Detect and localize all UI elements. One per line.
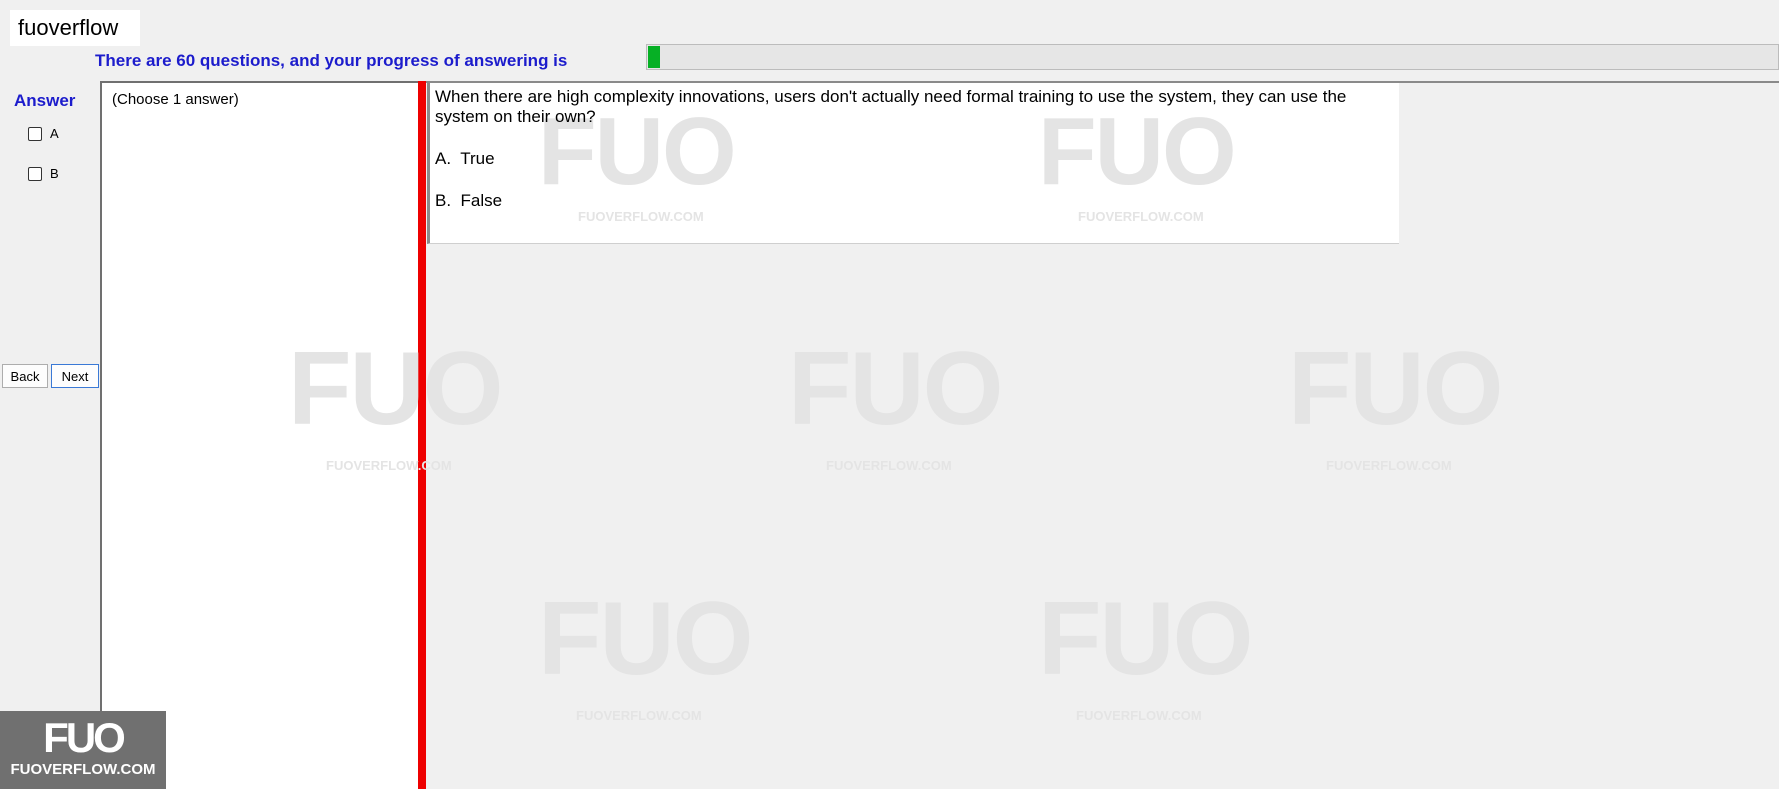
answer-option-a[interactable]: A [28, 126, 59, 141]
progress-bar [646, 44, 1779, 70]
fuo-watermark-site: FUOVERFLOW.COM [578, 209, 704, 224]
choice-letter: A. [435, 149, 452, 168]
logo-mark: FUO [43, 714, 126, 761]
choice-letter: B. [435, 191, 452, 210]
fuo-watermark: FUO [288, 331, 504, 447]
answer-option-label: A [50, 126, 59, 141]
answer-heading: Answer [14, 91, 76, 110]
checkbox-b[interactable] [28, 166, 42, 181]
fuo-watermark-site: FUOVERFLOW.COM [1076, 708, 1202, 723]
question-box: FUO FUOVERFLOW.COM FUO FUOVERFLOW.COM Wh… [427, 83, 1399, 244]
fuo-watermark: FUO [538, 581, 754, 697]
progress-label: There are 60 questions, and your progres… [95, 51, 568, 70]
answer-option-label: B [50, 166, 59, 181]
back-button[interactable]: Back [2, 364, 48, 388]
checkbox-a[interactable] [28, 126, 42, 141]
fuo-watermark-site: FUOVERFLOW.COM [326, 458, 452, 473]
choice-b: B. False [435, 191, 502, 211]
answer-option-b[interactable]: B [28, 166, 59, 181]
fuo-watermark-site: FUOVERFLOW.COM [1326, 458, 1452, 473]
logo-site: FUOVERFLOW.COM [10, 761, 156, 778]
fuo-watermark-site: FUOVERFLOW.COM [576, 708, 702, 723]
fuo-watermark-site: FUOVERFLOW.COM [1078, 209, 1204, 224]
fuo-watermark: FUO [1038, 581, 1254, 697]
fuo-watermark: FUO [1288, 331, 1504, 447]
watermark-label: fuoverflow [10, 10, 140, 46]
choose-instruction: (Choose 1 answer) [112, 91, 239, 108]
choice-text: True [460, 149, 495, 168]
choice-text: False [460, 191, 503, 210]
fuo-watermark: FUO [788, 331, 1004, 447]
progress-bar-fill [648, 46, 660, 68]
question-text: When there are high complexity innovatio… [435, 87, 1347, 126]
choice-a: A. True [435, 149, 495, 169]
next-button[interactable]: Next [51, 364, 99, 388]
fuoverflow-logo: FUO FUOVERFLOW.COM [0, 711, 166, 789]
fuo-watermark-site: FUOVERFLOW.COM [826, 458, 952, 473]
